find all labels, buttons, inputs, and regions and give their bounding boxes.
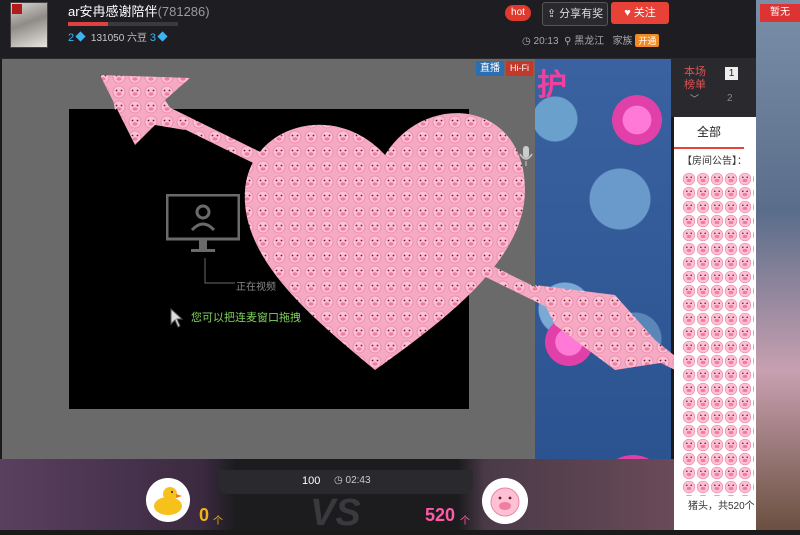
pk-score: 100 (302, 475, 321, 487)
heart-icon: ♥ (624, 7, 631, 19)
clock-icon: ◷ (334, 475, 343, 486)
share-button[interactable]: ⇪ 分享有奖 (542, 2, 608, 26)
room-notice: 【房间公告】： (682, 156, 747, 167)
rank-2-label: 2 (727, 93, 733, 104)
room-meta: ◷ 20:13 ⚲ 黑龙江 家族 开通 (522, 32, 660, 47)
tab-all[interactable]: 全部 (674, 117, 744, 149)
duck-icon[interactable] (146, 478, 190, 522)
heart-arrow-gift-effect (100, 75, 680, 370)
ranking-title[interactable]: 本场榜单 (680, 66, 710, 92)
share-label: 分享有奖 (559, 8, 604, 20)
pk-timer-value: 02:43 (345, 475, 371, 486)
beans-count: 131050 六豆 (90, 33, 148, 44)
clock-icon: ◷ (522, 36, 531, 47)
family-label: 家族 (612, 36, 633, 47)
right-gift-unit: 个 (460, 516, 470, 527)
left-gift-unit: 个 (213, 516, 223, 527)
level-right: 3 (149, 32, 156, 44)
streamer-avatar[interactable] (10, 2, 48, 48)
pig-icon[interactable] (482, 478, 528, 524)
rank-1-badge: 1 (725, 67, 738, 80)
chat-gift-message: 猪头，共520个， (688, 501, 765, 512)
diamond-icon (157, 31, 168, 42)
follow-label: 关注 (633, 7, 656, 19)
family-open-badge[interactable]: 开通 (635, 34, 660, 47)
diamond-icon (75, 31, 86, 42)
live-time: 20:13 (533, 36, 559, 47)
vs-label: VS (310, 492, 361, 534)
location-pin-icon: ⚲ (564, 36, 572, 47)
room-title: ar安冉感谢陪伴(781286) (68, 1, 210, 20)
level-progress-fill (68, 22, 108, 26)
level-left: 2 (68, 32, 75, 44)
platform-logo (12, 4, 22, 14)
hot-badge: hot (505, 5, 531, 21)
top-right-tag: 暂无 (760, 4, 800, 22)
room-name: ar安冉感谢陪伴 (68, 4, 158, 19)
room-id: (781286) (157, 4, 210, 19)
adjacent-stream-preview (756, 0, 800, 530)
share-icon: ⇪ (546, 8, 557, 20)
follow-button[interactable]: ♥ 关注 (611, 2, 669, 24)
location: 黑龙江 (574, 36, 605, 47)
pk-timer: ◷ 02:43 (334, 475, 371, 486)
pig-gift-grid (682, 172, 754, 496)
right-gift-count: 520 (425, 505, 456, 525)
left-gift-count: 0 (199, 505, 210, 525)
chevron-down-icon[interactable]: ﹀ (690, 92, 699, 105)
streamer-stats: 2 131050 六豆 3 (68, 29, 170, 44)
